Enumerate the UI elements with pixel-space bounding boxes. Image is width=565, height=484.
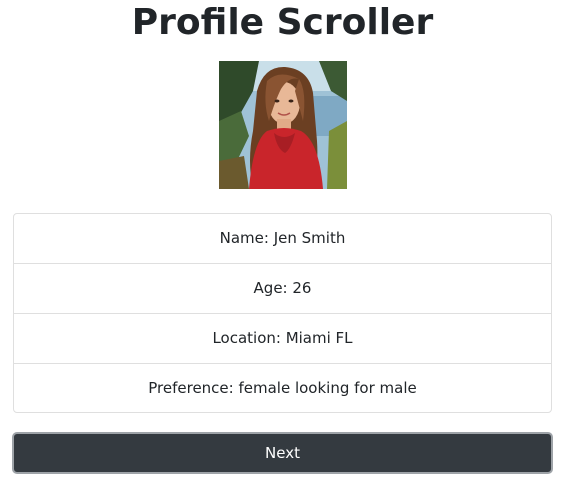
profile-name: Name: Jen Smith bbox=[14, 214, 551, 264]
profile-details-list: Name: Jen Smith Age: 26 Location: Miami … bbox=[13, 213, 552, 413]
page-title: Profile Scroller bbox=[131, 2, 434, 43]
next-button[interactable]: Next bbox=[12, 432, 553, 474]
profile-location: Location: Miami FL bbox=[14, 314, 551, 364]
profile-photo bbox=[219, 61, 347, 189]
profile-age: Age: 26 bbox=[14, 264, 551, 314]
profile-preference: Preference: female looking for male bbox=[148, 379, 417, 397]
